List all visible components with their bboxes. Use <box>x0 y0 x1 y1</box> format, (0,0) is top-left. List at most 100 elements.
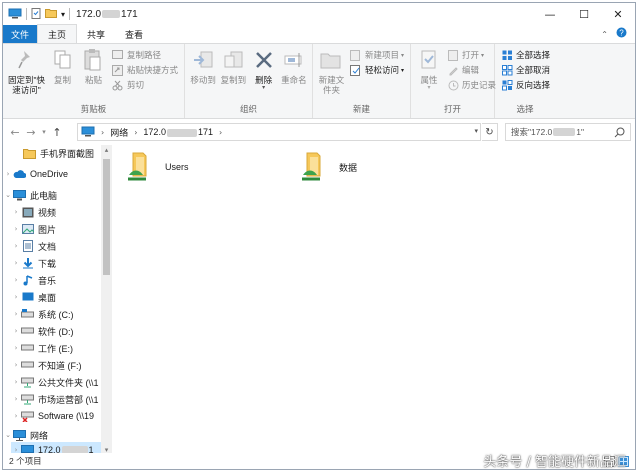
shared-folder-icon <box>127 149 157 185</box>
cut-button[interactable]: 剪切 <box>112 78 178 92</box>
rename-label: 重命名 <box>281 75 307 85</box>
collapse-chevron-icon[interactable]: ⌄ <box>3 191 13 199</box>
tab-file[interactable]: 文件 <box>3 25 37 43</box>
select-group-label: 选择 <box>516 104 534 114</box>
customize-quick-access-icon[interactable]: ▾ <box>61 10 65 19</box>
organize-group: 移动到 复制到 删除 ▾ 重命名 组织 <box>185 44 313 118</box>
new-folder-quick-icon[interactable] <box>45 8 57 20</box>
back-arrow-icon[interactable]: ← <box>7 122 23 142</box>
organize-group-label: 组织 <box>239 104 257 114</box>
nav-item-onedrive[interactable]: › OneDrive <box>3 166 68 182</box>
nav-item-marketing-share[interactable]: › 市场运营部 (\\1 <box>11 391 99 407</box>
scroll-up-icon[interactable]: ▴ <box>101 146 112 154</box>
copy-icon <box>50 47 76 73</box>
music-icon <box>21 274 34 286</box>
help-icon[interactable]: ? <box>616 27 627 41</box>
file-list: Users 数据 <box>115 145 635 455</box>
history-icon <box>447 79 459 91</box>
collapse-ribbon-icon[interactable]: ⌃ <box>601 30 608 39</box>
address-bar[interactable]: › 网络 › 172.0 171 › ▾ <box>77 123 481 141</box>
refresh-icon[interactable]: ↻ <box>482 123 498 141</box>
documents-icon <box>21 240 34 252</box>
nav-item-drive-f[interactable]: › 不知道 (F:) <box>11 357 82 373</box>
minimize-button[interactable]: — <box>533 3 567 25</box>
nav-item-videos[interactable]: › 视频 <box>11 204 56 220</box>
nav-item-desktop[interactable]: › 桌面 <box>11 289 56 305</box>
select-all-button[interactable]: 全部选择 <box>501 48 550 62</box>
open-group: 属性 ▾ 打开 ▾ 编辑 历史记录 打开 <box>411 44 496 118</box>
easy-access-button[interactable]: 轻松访问 ▾ <box>350 63 404 77</box>
item-count: 2 个项目 <box>9 456 42 466</box>
breadcrumb-host[interactable]: 172.0 171 <box>143 127 213 137</box>
new-group-label: 新建 <box>352 104 370 114</box>
invert-selection-button[interactable]: 反向选择 <box>501 78 550 92</box>
nav-item-music[interactable]: › 音乐 <box>11 272 56 288</box>
title-bar: ▾ 172.0 171 — ☐ ✕ <box>3 3 635 25</box>
edit-button[interactable]: 编辑 <box>447 63 496 77</box>
drive-icon <box>21 342 34 354</box>
rename-icon <box>281 47 307 73</box>
clipboard-group-label: 剪贴板 <box>80 104 107 114</box>
search-box[interactable]: 搜索"172.0 1" <box>505 123 631 141</box>
new-folder-label: 新建文件夹 <box>318 75 345 95</box>
tab-home[interactable]: 主页 <box>37 24 78 43</box>
new-item-button[interactable]: 新建项目 ▾ <box>350 48 404 62</box>
scrollbar-thumb[interactable] <box>103 159 110 275</box>
history-button[interactable]: 历史记录 <box>447 78 496 92</box>
properties-quick-icon[interactable] <box>31 7 41 21</box>
properties-icon <box>416 47 442 73</box>
folder-item-data[interactable]: 数据 <box>301 149 357 185</box>
move-to-label: 移动到 <box>190 75 216 85</box>
nav-item-downloads[interactable]: › 下载 <box>11 255 56 271</box>
network-location-icon <box>81 126 95 139</box>
app-icon <box>8 8 22 21</box>
paste-shortcut-icon <box>112 64 124 76</box>
copy-path-button[interactable]: 复制路径 <box>112 48 178 62</box>
pc-icon <box>13 189 26 201</box>
copy-to-icon <box>220 47 246 73</box>
nav-item-documents[interactable]: › 文档 <box>11 238 56 254</box>
new-group: 新建文件夹 新建项目 ▾ 轻松访问 ▾ 新建 <box>313 44 411 118</box>
nav-scrollbar[interactable]: ▴ ▾ <box>101 145 112 455</box>
copy-path-icon <box>112 49 124 61</box>
nav-item-public-share[interactable]: › 公共文件夹 (\\1 <box>11 374 99 390</box>
nav-item-drive-c[interactable]: › 系统 (C:) <box>11 306 74 322</box>
quick-access-toolbar: ▾ <box>3 7 71 21</box>
new-item-icon <box>350 49 362 61</box>
system-drive-icon <box>21 308 34 320</box>
network-drive-error-icon <box>21 410 34 422</box>
paste-icon <box>80 47 106 73</box>
breadcrumb-network[interactable]: 网络 <box>110 126 128 139</box>
close-button[interactable]: ✕ <box>601 3 635 25</box>
nav-item-phone-screenshots[interactable]: 手机界面截图 <box>3 145 94 161</box>
forward-arrow-icon[interactable]: → <box>23 122 39 142</box>
nav-item-this-pc[interactable]: ⌄ 此电脑 <box>3 187 57 203</box>
recent-locations-icon[interactable]: ▾ <box>39 122 49 142</box>
open-button[interactable]: 打开 ▾ <box>447 48 496 62</box>
nav-item-drive-d[interactable]: › 软件 (D:) <box>11 323 74 339</box>
nav-item-network[interactable]: ⌄ 网络 <box>3 427 48 443</box>
svg-text:?: ? <box>619 28 624 37</box>
delete-icon <box>251 47 277 73</box>
drive-icon <box>21 359 34 371</box>
folder-name: 数据 <box>339 162 358 173</box>
nav-item-pictures[interactable]: › 图片 <box>11 221 56 237</box>
collapse-chevron-icon[interactable]: ⌄ <box>3 431 13 439</box>
move-to-icon <box>190 47 216 73</box>
clipboard-group: 固定到"快速访问" 复制 粘贴 复制路径 粘贴快捷方式 剪切 剪贴板 <box>3 44 185 118</box>
drive-icon <box>21 325 34 337</box>
pictures-icon <box>21 223 34 235</box>
tab-share[interactable]: 共享 <box>77 25 115 43</box>
invert-selection-icon <box>501 79 513 91</box>
up-arrow-icon[interactable]: ↑ <box>49 122 65 142</box>
tab-view[interactable]: 查看 <box>115 25 153 43</box>
select-none-button[interactable]: 全部取消 <box>501 63 550 77</box>
expand-chevron-icon[interactable]: › <box>3 170 13 178</box>
paste-shortcut-button[interactable]: 粘贴快捷方式 <box>112 63 178 77</box>
nav-item-drive-e[interactable]: › 工作 (E:) <box>11 340 73 356</box>
paste-label: 粘贴 <box>84 75 102 85</box>
folder-item-users[interactable]: Users <box>127 149 189 185</box>
address-history-dropdown-icon[interactable]: ▾ <box>474 127 478 135</box>
nav-item-software-share[interactable]: › Software (\\19 <box>11 408 94 424</box>
maximize-button[interactable]: ☐ <box>567 3 601 25</box>
